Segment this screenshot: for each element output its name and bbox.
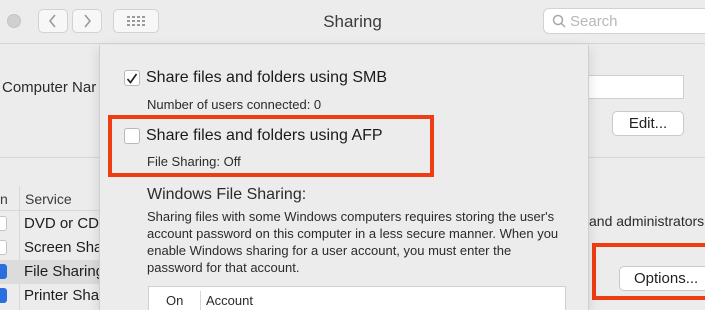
highlight-box-afp bbox=[108, 115, 434, 177]
windows-sharing-title: Windows File Sharing: bbox=[147, 186, 307, 203]
smb-label: Share files and folders using SMB bbox=[146, 69, 388, 86]
checkmark-icon bbox=[126, 73, 138, 84]
column-divider bbox=[200, 291, 201, 310]
service-row-dvd[interactable]: DVD or CD bbox=[0, 212, 100, 236]
service-list: DVD or CD Screen Sha File Sharing Printe… bbox=[0, 212, 100, 308]
smb-users-connected: Number of users connected: 0 bbox=[147, 97, 322, 112]
service-label: File Sharing bbox=[24, 263, 100, 280]
edit-button[interactable]: Edit... bbox=[612, 111, 684, 136]
service-row-printer-sharing[interactable]: Printer Sha bbox=[0, 284, 100, 308]
search-field[interactable] bbox=[543, 8, 705, 34]
service-label: DVD or CD bbox=[24, 215, 100, 232]
computer-name-label: Computer Nar bbox=[2, 79, 97, 96]
computer-name-field[interactable] bbox=[580, 75, 684, 99]
service-checkbox[interactable] bbox=[0, 288, 7, 303]
accounts-col-account: Account bbox=[206, 293, 253, 308]
header-service: Service bbox=[25, 191, 72, 207]
service-label: Printer Sha bbox=[24, 287, 100, 304]
highlight-box-options bbox=[592, 243, 705, 300]
service-row-file-sharing[interactable]: File Sharing bbox=[0, 260, 100, 284]
service-row-screen-sharing[interactable]: Screen Sha bbox=[0, 236, 100, 260]
service-label: Screen Sha bbox=[24, 239, 100, 256]
smb-checkbox[interactable] bbox=[124, 70, 140, 86]
service-checkbox[interactable] bbox=[0, 240, 7, 255]
accounts-col-on: On bbox=[166, 293, 184, 308]
search-icon bbox=[552, 14, 566, 28]
service-checkbox[interactable] bbox=[0, 216, 7, 231]
accounts-table[interactable]: On Account bbox=[148, 286, 566, 310]
permissions-text: and administrators bbox=[589, 213, 705, 229]
title-bar: Sharing bbox=[0, 0, 705, 44]
options-sheet: Share files and folders using SMB Number… bbox=[99, 45, 589, 310]
service-checkbox[interactable] bbox=[0, 264, 7, 279]
smb-option[interactable]: Share files and folders using SMB bbox=[124, 69, 387, 87]
search-input[interactable] bbox=[570, 12, 700, 30]
service-list-header: n Service bbox=[0, 186, 100, 211]
header-on: n bbox=[0, 191, 8, 207]
windows-sharing-description: Sharing files with some Windows computer… bbox=[147, 209, 559, 275]
